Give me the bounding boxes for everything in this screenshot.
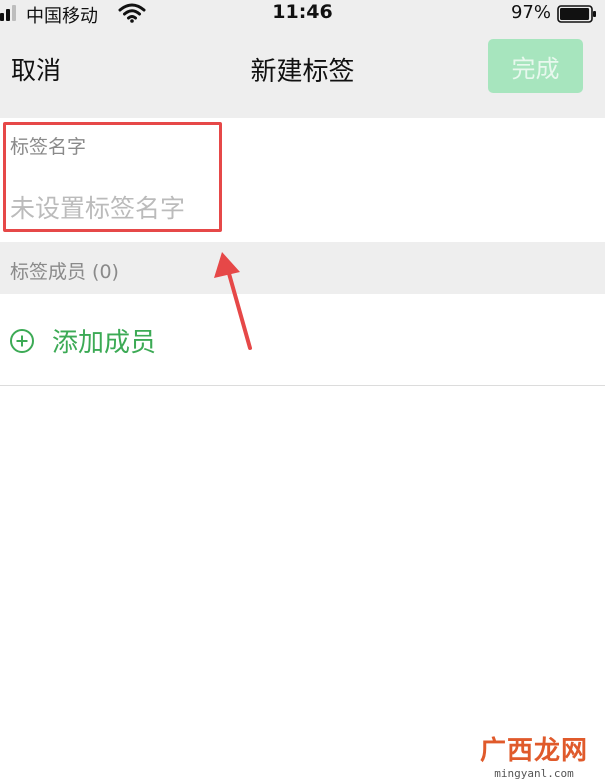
status-bar: 中国移动 11:46 97% (0, 0, 605, 28)
done-button[interactable]: 完成 (488, 39, 583, 93)
section-divider (0, 385, 605, 386)
highlight-annotation-box (3, 122, 222, 232)
watermark-url: mingyanl.com (494, 767, 574, 780)
battery-percent: 97% (510, 2, 551, 23)
battery-icon (557, 5, 596, 23)
add-member-button[interactable]: 添加成员 (52, 322, 156, 359)
members-section-label: 标签成员 (0) (10, 261, 119, 283)
watermark: 广西龙网 mingyanl.com (469, 730, 599, 780)
add-circle-icon[interactable] (9, 328, 35, 354)
annotation-arrow-icon (214, 252, 252, 350)
watermark-title: 广西龙网 (479, 736, 588, 766)
